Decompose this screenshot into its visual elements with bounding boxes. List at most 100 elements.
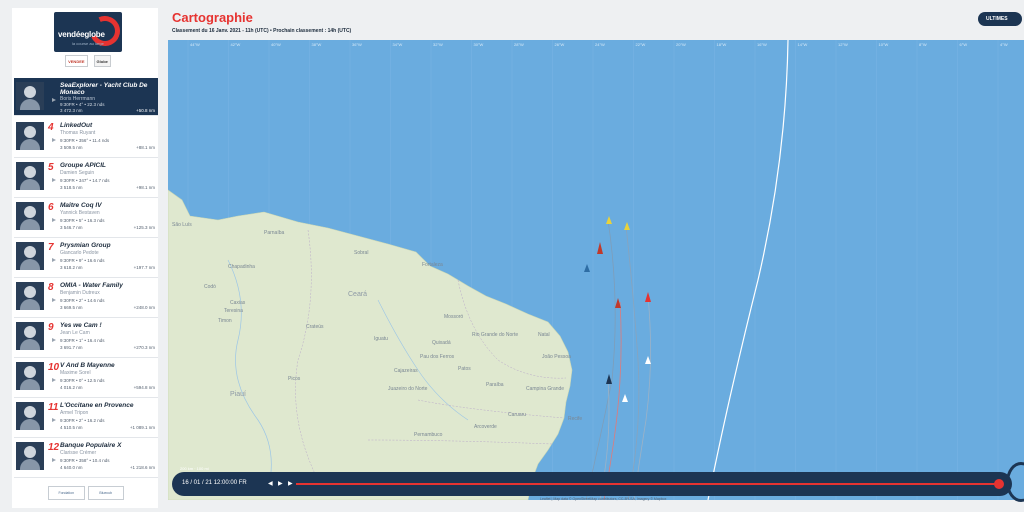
timeline-track[interactable] — [296, 483, 996, 485]
map-label: Pernambuco — [414, 432, 443, 438]
map-label: Picos — [288, 376, 301, 382]
map-label: Sobral — [354, 250, 368, 256]
footer-logos: Fondation Bluecub — [48, 486, 124, 500]
ranking-card[interactable]: 5 Groupe APICIL Damien Seguin 9:30FR • 3… — [14, 158, 158, 198]
heading-arrow-icon — [52, 418, 56, 422]
map-label: Paraíba — [486, 382, 504, 388]
boat-tracks — [585, 40, 789, 500]
distance-to-finish: 3 509.5 nm — [60, 145, 83, 150]
boat-speed: 9:30FR • 356° • 11.4 nds — [60, 138, 110, 143]
sponsor-row: VENDEE Globe — [54, 55, 122, 69]
next-button[interactable]: ▶ — [288, 480, 293, 487]
class-toggle-button[interactable]: ULTIMES — [978, 12, 1022, 26]
rank-number: 8 — [48, 282, 54, 293]
gap-to-leader: +1 218.6 nm — [129, 465, 155, 470]
distance-to-finish: 3 618.2 nm — [60, 265, 83, 270]
heading-arrow-icon — [52, 338, 56, 342]
ranking-card[interactable]: 11 L'Occitane en Provence Armel Tripon 9… — [14, 398, 158, 438]
distance-to-finish: 3 472.3 nm — [60, 108, 83, 113]
timeline-bar[interactable]: 16 / 01 / 21 12:00:00 FR ◀ ▶ ▶ — [172, 472, 1012, 496]
grid-label: 44°W — [190, 42, 200, 47]
sidebar: vendéeglobe la course au large VENDEE Gl… — [12, 8, 158, 508]
distance-to-finish: 3 669.5 nm — [60, 305, 83, 310]
boat-marker[interactable] — [597, 242, 603, 254]
boat-name: LinkedOut — [60, 122, 93, 129]
skipper-avatar — [16, 242, 44, 270]
map-label: Recife — [568, 416, 582, 422]
ranking-card[interactable]: 6 Maître Coq IV Yannick Bestaven 9:30FR … — [14, 198, 158, 238]
ranking-card[interactable]: SeaExplorer - Yacht Club De Monaco Boris… — [14, 78, 158, 116]
sponsor-logo: VENDEE — [65, 55, 88, 67]
gap-to-leader: +50.8 nm — [136, 108, 155, 113]
map-label: João Pessoa — [542, 354, 571, 360]
rank-number: 6 — [48, 202, 54, 213]
timeline-handle[interactable] — [994, 479, 1004, 489]
play-button[interactable]: ▶ — [278, 480, 283, 487]
grid-label: 32°W — [433, 42, 443, 47]
boat-marker[interactable] — [645, 292, 651, 302]
gap-to-leader: +594.8 nm — [133, 385, 155, 390]
map-label: Cajazeiras — [394, 368, 418, 374]
rank-number: 11 — [48, 402, 59, 413]
boat-marker[interactable] — [584, 264, 590, 272]
map-label: Piauí — [230, 391, 246, 398]
boat-marker[interactable] — [606, 374, 612, 384]
rank-number: 5 — [48, 162, 54, 173]
ranking-card[interactable]: 4 LinkedOut Thomas Ruyant 9:30FR • 356° … — [14, 118, 158, 158]
heading-arrow-icon — [52, 138, 56, 142]
map-label: Mossoró — [444, 314, 463, 320]
ranking-card[interactable]: 8 OMIA - Water Family Benjamin Dutreux 9… — [14, 278, 158, 318]
skipper-avatar — [16, 362, 44, 390]
grid-label: 8°W — [919, 42, 927, 47]
map-label: Iguatu — [374, 336, 388, 342]
map-label: Crateús — [306, 324, 324, 330]
skipper-avatar — [16, 162, 44, 190]
boat-speed: 9:30FR • 2° • 16.2 nds — [60, 418, 105, 423]
distance-to-finish: 3 546.7 nm — [60, 225, 83, 230]
boat-name: Groupe APICIL — [60, 162, 106, 169]
boat-marker[interactable] — [622, 394, 628, 402]
map-view[interactable]: 44°W 42°W 40°W 38°W 36°W 34°W 32°W 30°W 28°W 26°W… — [168, 40, 1024, 500]
grid-label: 34°W — [393, 42, 403, 47]
grid-label: 38°W — [312, 42, 322, 47]
map-label: Pau dos Ferros — [420, 354, 455, 360]
boat-speed: 9:30FR • 2° • 14.6 nds — [60, 298, 105, 303]
boat-marker[interactable] — [624, 222, 630, 230]
ranking-card[interactable]: 12 Banque Populaire X Clarisse Crémer 9:… — [14, 438, 158, 478]
ranking-card[interactable]: 7 Prysmian Group Giancarlo Pedote 9:30FR… — [14, 238, 158, 278]
distance-to-finish: 4 640.0 nm — [60, 465, 83, 470]
map-label: Parnaíba — [264, 230, 285, 236]
skipper-name: Jean Le Cam — [60, 330, 90, 336]
boat-name: OMIA - Water Family — [60, 282, 123, 289]
boat-speed: 9:30FR • 9° • 16.6 nds — [60, 258, 105, 263]
map-scale: 200 km · 100 mi — [180, 466, 209, 471]
grid-label: 4°W — [1000, 42, 1008, 47]
grid-label: 18°W — [717, 42, 727, 47]
prev-button[interactable]: ◀ — [268, 480, 273, 487]
skipper-avatar — [16, 402, 44, 430]
skipper-name: Armel Tripon — [60, 410, 89, 416]
boat-marker[interactable] — [606, 216, 612, 224]
grid-label: 28°W — [514, 42, 524, 47]
page-title: Cartographie — [172, 10, 253, 25]
rank-number: 12 — [48, 442, 60, 453]
ranking-card[interactable]: 9 Yes we Cam ! Jean Le Cam 9:30FR • 1° •… — [14, 318, 158, 358]
gap-to-leader: +88.1 nm — [136, 145, 155, 150]
heading-arrow-icon — [52, 178, 56, 182]
map-label: Campina Grande — [526, 386, 564, 392]
map-canvas: 44°W 42°W 40°W 38°W 36°W 34°W 32°W 30°W 28°W 26°W… — [168, 40, 1008, 500]
gap-to-leader: +270.3 nm — [133, 345, 155, 350]
partner-logo[interactable]: Fondation — [48, 486, 85, 500]
skipper-avatar — [16, 202, 44, 230]
skipper-name: Damien Seguin — [60, 170, 95, 176]
vendee-globe-logo[interactable]: vendéeglobe la course au large — [54, 12, 122, 52]
map-label: Chapadinha — [228, 264, 255, 270]
skipper-name: Benjamin Dutreux — [60, 290, 100, 296]
grid-label: 30°W — [474, 42, 484, 47]
partner-logo[interactable]: Bluecub — [87, 486, 124, 500]
ranking-card[interactable]: 10 V And B Mayenne Maxime Sorel 9:30FR •… — [14, 358, 158, 398]
map-label: Natal — [538, 332, 550, 338]
boat-name: Prysmian Group — [60, 242, 111, 249]
grid-label: 16°W — [757, 42, 767, 47]
heading-arrow-icon — [52, 258, 56, 262]
